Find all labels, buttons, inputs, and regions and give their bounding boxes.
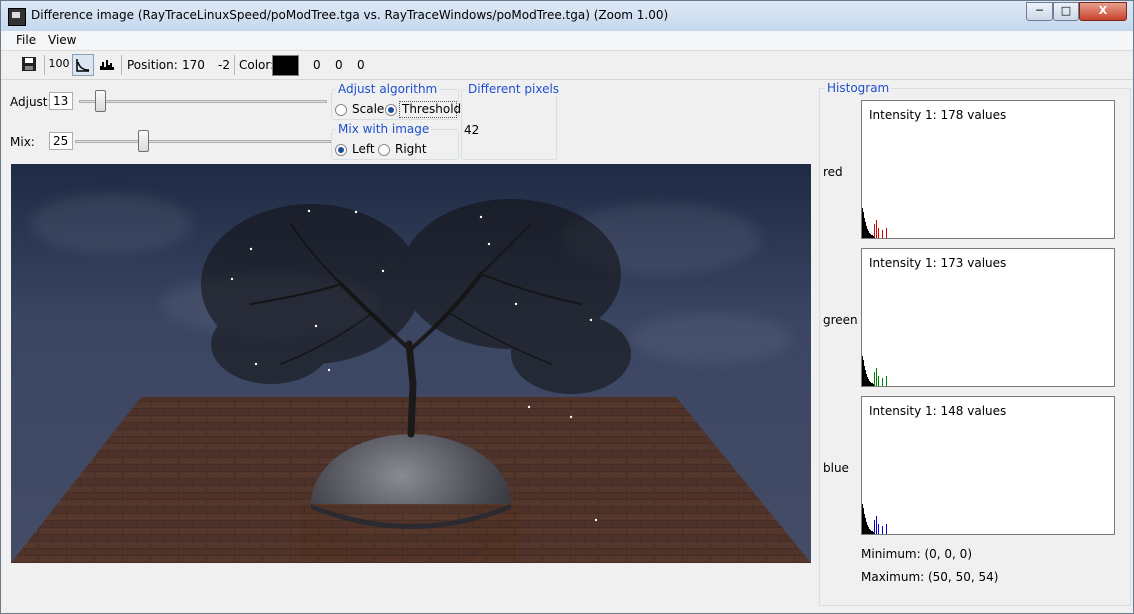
different-pixels-value: 42 [464,123,480,137]
histogram-bar [886,228,887,238]
title-bar[interactable]: Difference image (RayTraceLinuxSpeed/poM… [1,1,1133,32]
minimize-button[interactable]: ─ [1026,2,1053,21]
mix-spinbox[interactable]: 25 [49,132,73,150]
color-label: Color: [239,58,275,72]
green-channel-label: green [823,313,858,327]
histogram-bar [878,228,879,238]
close-button[interactable]: X [1079,2,1127,21]
histogram-title: Histogram [825,81,892,95]
adjust-slider-track[interactable] [79,100,327,103]
menu-file[interactable]: File [16,33,36,47]
scale-radio-label[interactable]: Scale [352,102,384,116]
color-g-value: 0 [335,58,343,72]
app-icon [8,8,26,26]
green-histogram-info: Intensity 1: 173 values [869,256,1007,270]
curve-chart-icon [76,59,90,72]
toolbar-separator [44,55,45,75]
adjust-label: Adjust: [10,95,52,109]
histogram-button[interactable] [96,54,118,76]
adjust-spinbox[interactable]: 13 [49,92,73,110]
color-r-value: 0 [313,58,321,72]
red-channel-label: red [823,165,843,179]
mix-label: Mix: [10,135,35,149]
left-radio-label[interactable]: Left [352,142,375,156]
toolbar-separator [234,55,235,75]
histogram-icon [100,60,114,70]
histogram-bar [874,520,875,534]
mix-with-image-title: Mix with image [336,122,432,136]
histogram-bar [874,372,875,386]
left-radio[interactable] [335,144,347,156]
green-histogram: Intensity 1: 173 values [861,248,1115,387]
threshold-radio-label[interactable]: Threshold [402,102,461,116]
position-label: Position: [127,58,178,72]
histogram-bar [886,376,887,386]
red-histogram: Intensity 1: 178 values [861,100,1115,239]
histogram-maximum: Maximum: (50, 50, 54) [861,570,999,584]
maximize-button[interactable]: □ [1053,2,1079,21]
histogram-bar [882,378,883,386]
histogram-log-button[interactable] [72,54,94,76]
histogram-minimum: Minimum: (0, 0, 0) [861,547,972,561]
toolbar: 100 Position: 170 -2 Color: 0 0 0 [1,51,1133,80]
blue-histogram-info: Intensity 1: 148 values [869,404,1007,418]
blue-channel-label: blue [823,461,849,475]
toolbar-separator [121,55,122,75]
histogram-bar [878,376,879,386]
menu-bar: File View [1,31,1133,51]
mix-slider-thumb[interactable] [138,130,149,152]
window-title: Difference image (RayTraceLinuxSpeed/poM… [31,8,669,22]
save-icon [22,57,36,71]
histogram-bar [878,524,879,534]
histogram-bar [882,526,883,534]
position-x: 170 [182,58,205,72]
different-pixels-title: Different pixels [466,82,562,96]
main-window: Difference image (RayTraceLinuxSpeed/poM… [0,0,1134,614]
right-radio[interactable] [378,144,390,156]
adjust-slider-thumb[interactable] [95,90,107,112]
zoom-100-button[interactable]: 100 [48,54,70,76]
blue-histogram: Intensity 1: 148 values [861,396,1115,535]
histogram-bar [876,220,877,238]
histogram-bar [876,516,877,534]
mix-slider-track[interactable] [75,140,331,143]
red-histogram-info: Intensity 1: 178 values [869,108,1007,122]
difference-image[interactable] [11,164,811,563]
adjust-algorithm-title: Adjust algorithm [336,82,440,96]
tree-canopy [201,199,631,394]
threshold-radio[interactable] [385,104,397,116]
color-b-value: 0 [357,58,365,72]
scene-render [11,199,811,563]
right-radio-label[interactable]: Right [395,142,427,156]
histogram-bar [882,230,883,238]
color-swatch [272,55,299,76]
menu-view[interactable]: View [48,33,76,47]
save-button[interactable] [18,54,40,76]
histogram-bar [886,524,887,534]
histogram-bar [874,224,875,238]
scale-radio[interactable] [335,104,347,116]
histogram-bar [876,368,877,386]
position-y: -2 [218,58,230,72]
